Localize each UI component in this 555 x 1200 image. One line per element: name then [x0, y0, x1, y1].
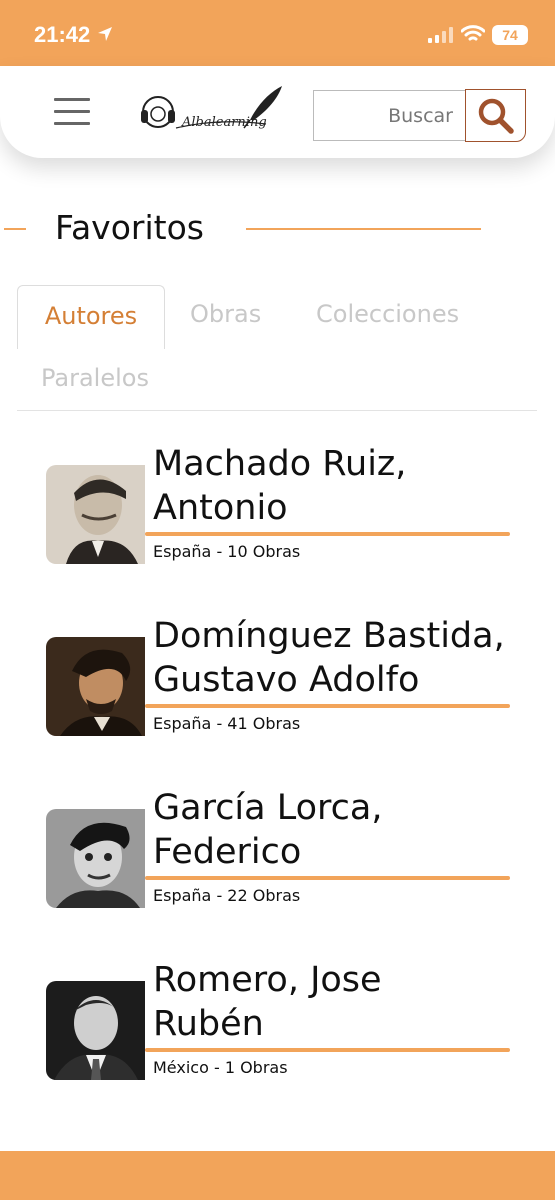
author-name: Domínguez Bastida, Gustavo Adolfo: [153, 614, 523, 702]
wifi-icon: [461, 25, 485, 41]
author-portrait: [46, 981, 145, 1080]
cellular-signal-icon: [428, 27, 453, 43]
author-meta: México - 1 Obras: [153, 1058, 288, 1077]
tab-autores[interactable]: Autores: [17, 285, 165, 349]
menu-line: [54, 122, 90, 125]
author-meta: España - 22 Obras: [153, 886, 301, 905]
author-item-dominguez[interactable]: Domínguez Bastida, Gustavo Adolfo España…: [0, 612, 555, 762]
portrait-image: [46, 465, 145, 564]
author-name: Romero, Jose Rubén: [153, 958, 523, 1046]
status-time: 21:42: [34, 22, 91, 47]
title-accent-line-right: [246, 228, 481, 230]
hamburger-menu-button[interactable]: [54, 98, 90, 126]
author-meta: España - 10 Obras: [153, 542, 301, 561]
tab-obras[interactable]: Obras: [190, 300, 261, 328]
search-icon: [478, 98, 514, 134]
author-name-line: Romero, Jose: [153, 960, 382, 1000]
author-item-romero[interactable]: Romero, Jose Rubén México - 1 Obras: [0, 956, 555, 1106]
search-button[interactable]: [465, 89, 526, 142]
search-input[interactable]: [314, 91, 465, 140]
tab-colecciones[interactable]: Colecciones: [316, 300, 459, 328]
author-name: García Lorca, Federico: [153, 786, 523, 874]
author-item-garcia-lorca[interactable]: García Lorca, Federico España - 22 Obras: [0, 784, 555, 934]
location-arrow-icon: [98, 27, 112, 41]
author-name-line: Federico: [153, 832, 302, 872]
menu-line: [54, 98, 90, 101]
author-name-line: Machado Ruiz,: [153, 444, 407, 484]
albalearning-logo[interactable]: Albalearning: [138, 84, 288, 140]
portrait-image: [46, 809, 145, 908]
app-header: Albalearning: [0, 66, 555, 158]
author-meta: España - 41 Obras: [153, 714, 301, 733]
author-underline: [145, 532, 510, 536]
author-item-machado[interactable]: Machado Ruiz, Antonio España - 10 Obras: [0, 440, 555, 590]
author-name-line: Rubén: [153, 1004, 264, 1044]
menu-line: [54, 110, 90, 113]
author-portrait: [46, 809, 145, 908]
tab-paralelos[interactable]: Paralelos: [41, 364, 149, 392]
author-portrait: [46, 465, 145, 564]
author-underline: [145, 1048, 510, 1052]
author-name-line: Domínguez Bastida,: [153, 616, 505, 656]
author-underline: [145, 704, 510, 708]
author-name-line: Gustavo Adolfo: [153, 660, 420, 700]
title-accent-line-left: [4, 228, 26, 230]
author-name-line: García Lorca,: [153, 788, 383, 828]
author-name-line: Antonio: [153, 488, 288, 528]
author-portrait: [46, 637, 145, 736]
author-name: Machado Ruiz, Antonio: [153, 442, 523, 530]
portrait-image: [46, 637, 145, 736]
battery-indicator: 74: [492, 25, 528, 45]
portrait-image: [46, 981, 145, 1080]
search-field: [313, 90, 465, 141]
tabs-divider: [17, 410, 537, 411]
bottom-bar: [0, 1151, 555, 1200]
page-title: Favoritos: [55, 208, 204, 247]
author-underline: [145, 876, 510, 880]
